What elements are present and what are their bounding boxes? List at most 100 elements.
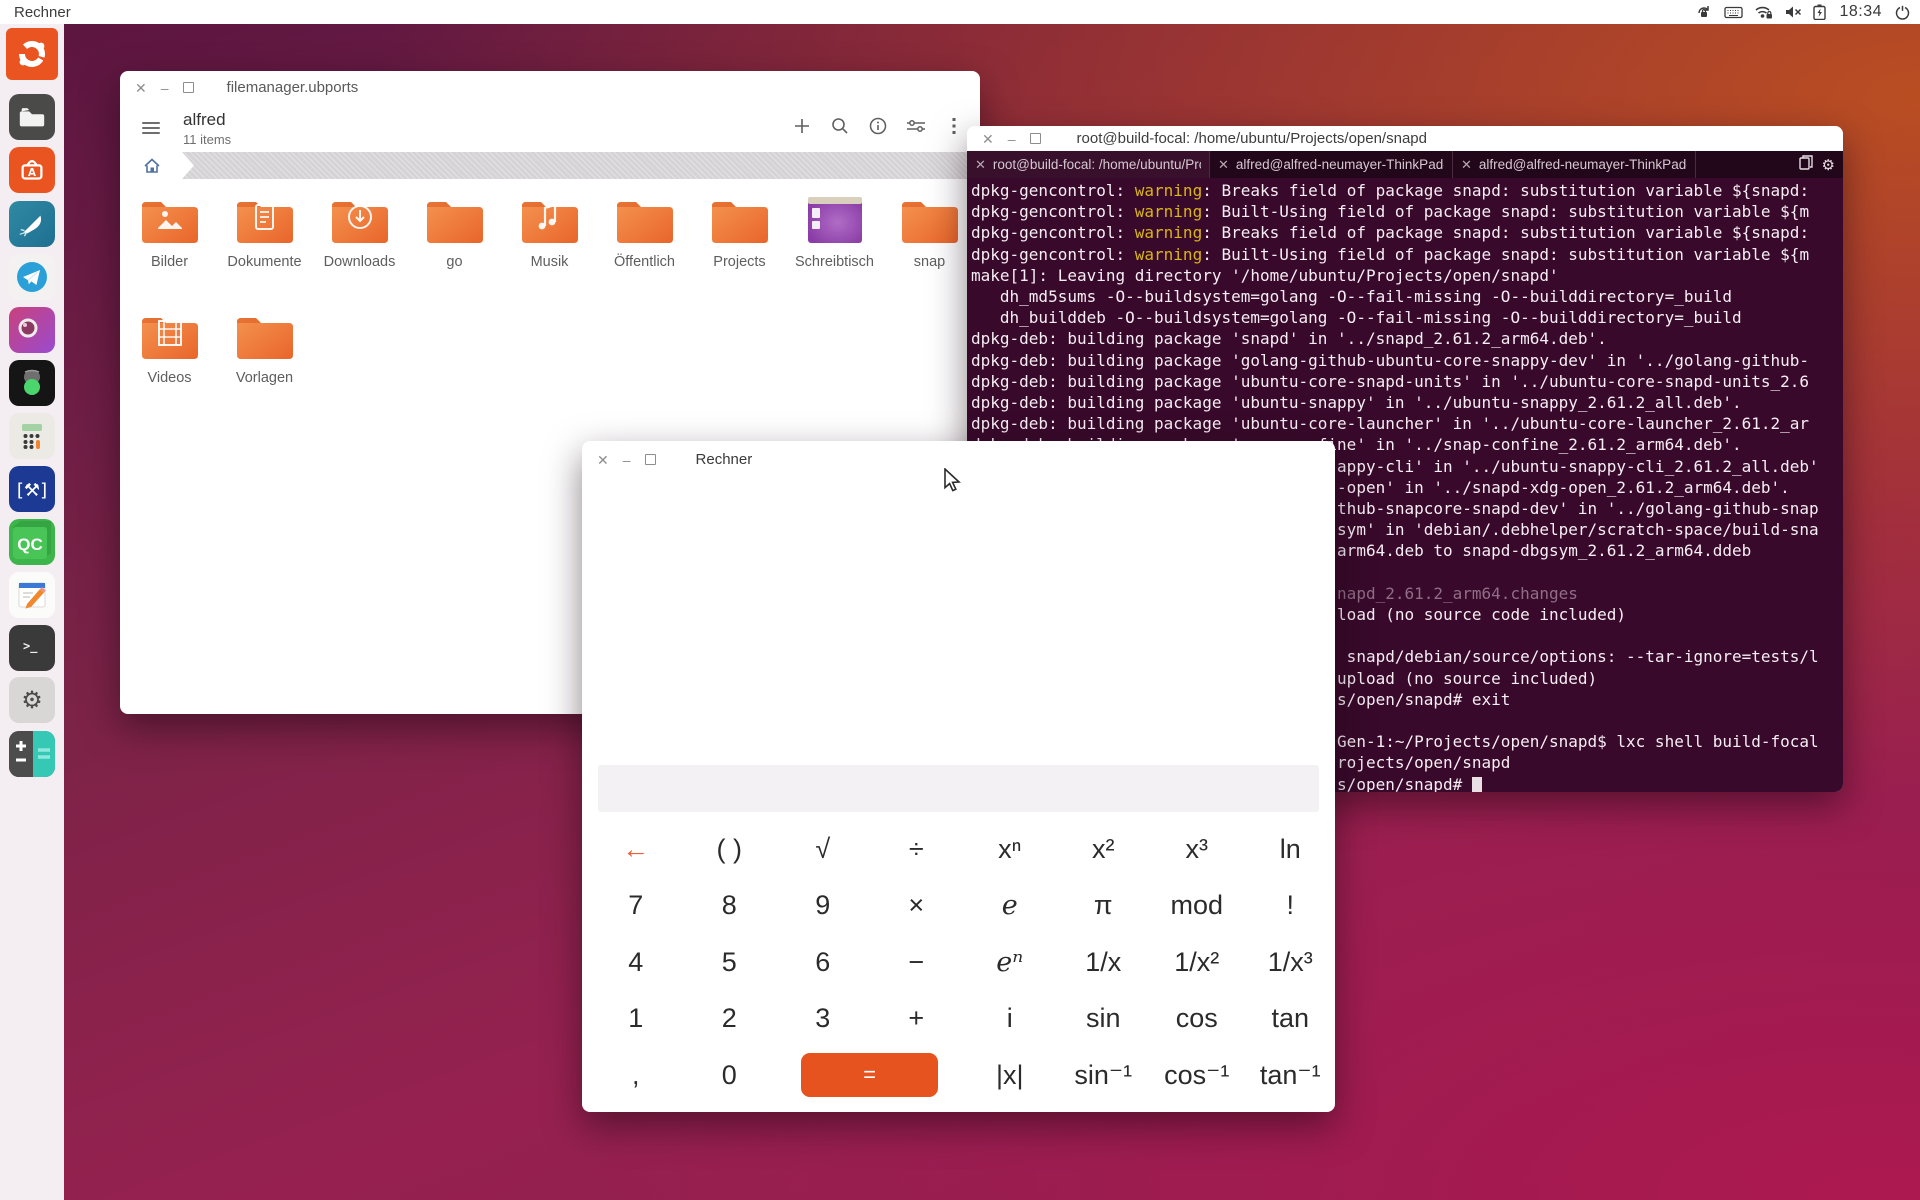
close-button[interactable]: ✕ [597,453,609,467]
calc-button-sin[interactable]: sin [1057,991,1151,1048]
calc-button-arctan[interactable]: tan⁻¹ [1244,1047,1338,1104]
dock-item-notes[interactable] [9,572,55,618]
close-button[interactable]: ✕ [982,132,994,146]
hamburger-menu-icon[interactable] [142,119,160,137]
calc-button-digit-0[interactable]: 0 [683,1047,777,1104]
rotation-lock-icon[interactable] [1696,5,1713,20]
dock-item-calculator-rechner[interactable] [9,731,55,777]
breadcrumb-home[interactable] [120,152,194,179]
file-manager-titlebar[interactable]: ✕ – filemanager.ubports [120,71,980,104]
maximize-button[interactable] [183,82,194,93]
dock-item-audio-recorder[interactable] [9,360,55,406]
calc-button-parentheses[interactable]: ( ) [683,821,777,878]
battery-charging-icon[interactable] [1813,4,1826,20]
dock-item-calculator-alt[interactable] [9,413,55,459]
calc-button-x-squared[interactable]: x² [1057,821,1151,878]
power-icon[interactable] [1895,5,1910,20]
calc-button-add[interactable]: + [870,991,964,1048]
calc-button-divide[interactable]: ÷ [870,821,964,878]
calc-button-reciprocal[interactable]: 1/x [1057,934,1151,991]
wifi-secure-icon[interactable] [1754,5,1773,19]
minimize-button[interactable]: – [623,453,631,467]
dock-item-ut-tweak-tool[interactable]: [⚒] [9,466,55,512]
calc-button-digit-1[interactable]: 1 [589,991,683,1048]
folder-snap[interactable]: snap [882,184,977,300]
calc-button-modulo[interactable]: mod [1150,878,1244,935]
terminal-titlebar[interactable]: ✕ – root@build-focal: /home/ubuntu/Proje… [967,126,1843,151]
calc-button-x-pow-n[interactable]: xⁿ [963,821,1057,878]
calc-button-digit-9[interactable]: 9 [776,878,870,935]
calc-button-tan[interactable]: tan [1244,991,1338,1048]
calc-button-reciprocal-squared[interactable]: 1/x² [1150,934,1244,991]
calc-button-pi[interactable]: π [1057,878,1151,935]
calc-button-digit-3[interactable]: 3 [776,991,870,1048]
calc-button-digit-4[interactable]: 4 [589,934,683,991]
folder-title: alfred [183,110,231,130]
dock-item-file-manager[interactable] [9,94,55,140]
calc-button-decimal-comma[interactable]: , [589,1047,683,1104]
calc-button-reciprocal-cubed[interactable]: 1/x³ [1244,934,1338,991]
clock[interactable]: 18:34 [1839,3,1882,21]
dock-item-launcher-ubports[interactable] [6,28,58,80]
calc-button-factorial[interactable]: ! [1244,878,1338,935]
dock-item-terminal-app[interactable]: >_ [9,625,55,671]
calc-button-digit-5[interactable]: 5 [683,934,777,991]
indicator-tray[interactable]: 18:34 [1696,0,1910,24]
calc-button-arccos[interactable]: cos⁻¹ [1150,1047,1244,1104]
keyboard-icon[interactable] [1724,6,1743,19]
dock-item-qtcreator[interactable]: QC [9,519,55,565]
calc-button-absolute-value[interactable]: |x| [963,1047,1057,1104]
folder-dokumente[interactable]: Dokumente [217,184,312,300]
folder-projects[interactable]: Projects [692,184,787,300]
calc-button-arcsin[interactable]: sin⁻¹ [1057,1047,1151,1104]
calc-button-multiply[interactable]: × [870,878,964,935]
tab-close-icon[interactable]: ✕ [1218,157,1229,173]
calc-button-e-pow-n[interactable]: eⁿ [963,934,1057,991]
calc-button-natural-log[interactable]: ln [1244,821,1338,878]
folder-videos[interactable]: Videos [122,300,217,416]
dock-item-feather-app[interactable] [9,201,55,247]
gear-icon[interactable]: ⚙ [1822,156,1835,174]
dock-item-system-settings[interactable]: ⚙ [9,677,55,723]
folder-vorlagen[interactable]: Vorlagen [217,300,312,416]
calc-button-subtract[interactable]: − [870,934,964,991]
terminal-tab-1[interactable]: ✕root@build-focal: /home/ubuntu/Projects… [967,151,1210,178]
calc-button-x-cubed[interactable]: x³ [1150,821,1244,878]
dock-item-camera[interactable] [9,307,55,353]
tab-close-icon[interactable]: ✕ [975,157,986,173]
folder-schreibtisch[interactable]: Schreibtisch [787,184,882,300]
tab-close-icon[interactable]: ✕ [1461,157,1472,173]
kebab-menu-icon[interactable] [942,114,966,138]
calc-button-euler-e[interactable]: e [963,878,1057,935]
folder-öffentlich[interactable]: Öffentlich [597,184,692,300]
dock-item-openstore[interactable]: A [9,147,55,193]
search-icon[interactable] [828,114,852,138]
settings-sliders-icon[interactable] [904,114,928,138]
info-icon[interactable] [866,114,890,138]
folder-bilder[interactable]: Bilder [122,184,217,300]
calc-button-digit-2[interactable]: 2 [683,991,777,1048]
calc-button-equals[interactable]: = [776,1047,963,1104]
plus-icon[interactable] [790,114,814,138]
maximize-button[interactable] [1030,133,1041,144]
volume-muted-icon[interactable] [1784,5,1802,19]
minimize-button[interactable]: – [1008,132,1016,146]
maximize-button[interactable] [645,454,656,465]
terminal-tab-3[interactable]: ✕alfred@alfred-neumayer-ThinkPad-X13s-G.… [1453,151,1696,178]
folder-go[interactable]: go [407,184,502,300]
close-button[interactable]: ✕ [135,81,147,95]
calc-button-imaginary-i[interactable]: i [963,991,1057,1048]
calc-button-cos[interactable]: cos [1150,991,1244,1048]
duplicate-tab-icon[interactable] [1798,154,1814,175]
terminal-tab-2[interactable]: ✕alfred@alfred-neumayer-ThinkPad-X13s-G.… [1210,151,1453,178]
calculator-input-field[interactable] [598,765,1319,812]
calc-button-digit-6[interactable]: 6 [776,934,870,991]
minimize-button[interactable]: – [161,81,169,95]
calc-button-square-root[interactable]: √ [776,821,870,878]
folder-downloads[interactable]: Downloads [312,184,407,300]
calc-button-digit-7[interactable]: 7 [589,878,683,935]
calc-button-digit-8[interactable]: 8 [683,878,777,935]
calc-button-backspace[interactable]: ← [589,821,683,878]
folder-musik[interactable]: Musik [502,184,597,300]
dock-item-telegram[interactable] [9,254,55,300]
